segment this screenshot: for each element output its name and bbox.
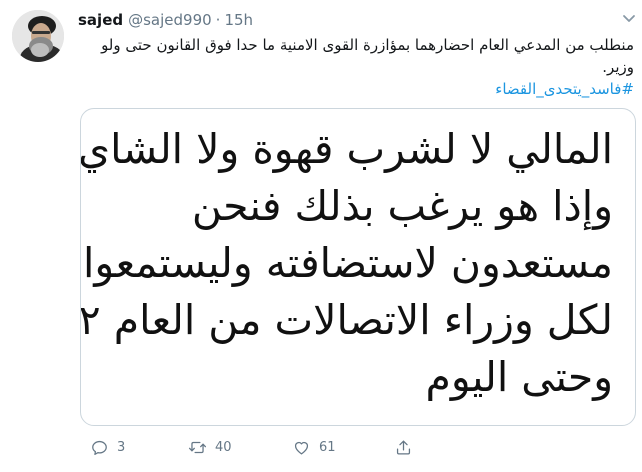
tweet-text: منطلب من المدعي العام احضارهما بمؤازرة ا… — [101, 36, 634, 76]
user-handle[interactable]: @sajed990 — [128, 11, 212, 29]
tweet-body: منطلب من المدعي العام احضارهما بمؤازرة ا… — [78, 34, 634, 100]
like-count: 61 — [319, 439, 336, 455]
share-button[interactable] — [394, 434, 413, 460]
image-text-line: مستعدون لاستضافته وليستمعوا — [83, 239, 613, 287]
display-name[interactable]: sajed — [78, 11, 123, 29]
avatar-image — [12, 10, 64, 62]
separator-dot: · — [215, 11, 221, 29]
image-text-line: وإذا هو يرغب بذلك فنحن — [191, 182, 613, 230]
tweet-image[interactable]: المالي لا لشرب قهوة ولا الشاي وإذا هو ير… — [80, 108, 636, 426]
timestamp[interactable]: 15h — [224, 11, 253, 29]
image-text: المالي لا لشرب قهوة ولا الشاي وإذا هو ير… — [80, 121, 613, 406]
image-text-line: وحتى اليوم — [425, 353, 613, 401]
reply-button[interactable]: 3 — [90, 434, 125, 460]
image-text-line: لكل وزراء الاتصالات من العام ٩٢ — [80, 296, 613, 344]
reply-icon — [92, 440, 107, 455]
retweet-button[interactable]: 40 — [188, 434, 232, 460]
hashtag-link[interactable]: #فاسد_يتحدى_القضاء — [78, 78, 634, 100]
like-icon — [294, 441, 309, 454]
image-text-line: المالي لا لشرب قهوة ولا الشاي — [80, 125, 613, 173]
avatar[interactable] — [12, 10, 64, 62]
like-button[interactable]: 61 — [292, 434, 336, 460]
retweet-count: 40 — [215, 439, 232, 455]
share-icon — [396, 440, 411, 454]
retweet-icon — [188, 441, 207, 453]
reply-count: 3 — [117, 439, 126, 455]
chevron-down-icon[interactable] — [622, 14, 636, 24]
tweet-header: sajed @sajed990 · 15h — [78, 10, 253, 30]
